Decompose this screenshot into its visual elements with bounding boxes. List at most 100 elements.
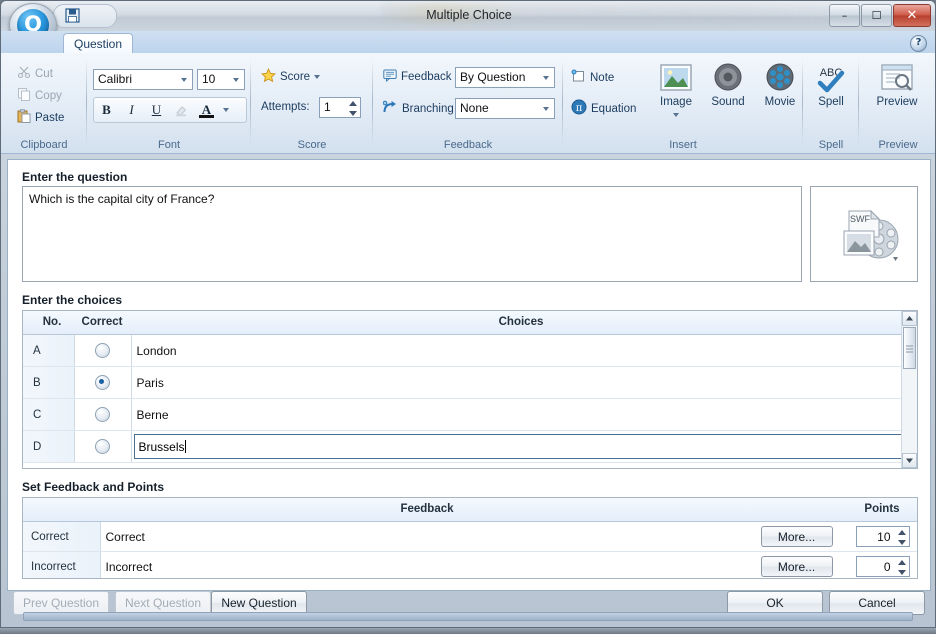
choice-text-input-d[interactable]: Brussels: [133, 434, 902, 459]
points-stepper-incorrect[interactable]: 0: [855, 556, 910, 577]
choice-radio-b[interactable]: [74, 366, 132, 399]
group-label-score: Score: [297, 139, 327, 151]
ribbon: Cut Copy Paste Clipboard Calibri 10 B I …: [1, 53, 935, 154]
ribbon-group-clipboard: Cut Copy Paste Clipboard: [1, 53, 87, 153]
choice-text-c[interactable]: Berne: [131, 398, 904, 431]
ribbon-group-insert: Note π Equation Image Sound Movie Insert: [563, 53, 803, 153]
stepper-up-icon: [897, 560, 906, 565]
choice-radio-d[interactable]: [74, 430, 132, 463]
points-stepper-correct[interactable]: 10: [855, 526, 910, 547]
table-row[interactable]: A London: [23, 334, 904, 367]
table-row[interactable]: C Berne: [23, 398, 904, 431]
choices-section-label: Enter the choices: [22, 293, 123, 307]
svg-text:SWF: SWF: [850, 214, 870, 224]
scissors-icon: [17, 65, 31, 82]
table-row[interactable]: Correct Correct More... 10: [23, 521, 917, 552]
score-button[interactable]: Score: [260, 67, 321, 86]
scroll-thumb[interactable]: [903, 327, 916, 369]
choice-text-d: Brussels: [138, 440, 185, 454]
radio-icon-selected[interactable]: [95, 375, 110, 391]
table-row[interactable]: B Paris: [23, 366, 904, 399]
choice-no-d: D: [23, 430, 75, 463]
table-row[interactable]: Incorrect Incorrect More... 0: [23, 551, 917, 578]
question-input[interactable]: Which is the capital city of France?: [22, 186, 802, 282]
scroll-up-button[interactable]: [902, 311, 917, 326]
attempts-stepper[interactable]: 1: [319, 97, 361, 118]
chevron-down-icon[interactable]: [673, 113, 679, 117]
choice-text-b[interactable]: Paris: [131, 366, 904, 399]
feedback-text-correct[interactable]: Correct: [100, 521, 747, 552]
feedback-combo[interactable]: By Question: [455, 67, 555, 88]
copy-button[interactable]: Copy: [17, 87, 62, 104]
equation-button[interactable]: π Equation: [571, 99, 636, 118]
branching-combo[interactable]: None: [455, 98, 555, 119]
spell-button[interactable]: ABC Spell: [806, 63, 856, 108]
image-button[interactable]: Image: [651, 63, 701, 120]
font-size-combo[interactable]: 10: [197, 69, 245, 90]
scroll-down-button[interactable]: [902, 453, 917, 468]
cut-label: Cut: [35, 67, 53, 80]
header-type: [23, 498, 100, 522]
group-label-spell: Spell: [818, 139, 844, 151]
stepper-up-icon: [349, 101, 357, 106]
paste-label: Paste: [35, 111, 65, 124]
preview-button[interactable]: Preview: [867, 63, 927, 108]
choice-radio-a[interactable]: [74, 334, 132, 367]
next-question-label: Next Question: [124, 596, 202, 610]
prev-question-label: Prev Question: [22, 596, 100, 610]
feedback-value: By Question: [460, 70, 526, 84]
choice-text-a[interactable]: London: [131, 334, 904, 367]
maximize-button[interactable]: ☐: [861, 4, 892, 27]
feedback-type-correct: Correct: [23, 521, 101, 552]
font-family-combo[interactable]: Calibri: [93, 69, 193, 90]
help-icon[interactable]: ?: [910, 35, 927, 52]
font-color-button[interactable]: A: [194, 99, 219, 121]
ok-label: OK: [766, 596, 784, 610]
stepper-up-icon: [897, 530, 906, 535]
bold-button[interactable]: B: [94, 99, 119, 121]
feedback-text-incorrect[interactable]: Incorrect: [100, 551, 747, 578]
group-label-insert: Insert: [669, 139, 697, 151]
header-more: [747, 498, 846, 522]
ribbon-group-score: Score Attempts: 1 Score: [251, 53, 373, 153]
choice-edit-cell-d[interactable]: Brussels: [131, 430, 904, 463]
font-color-dropdown[interactable]: [219, 99, 233, 121]
sound-button[interactable]: Sound: [703, 63, 753, 108]
choices-scrollbar[interactable]: [901, 311, 917, 468]
radio-icon[interactable]: [95, 343, 110, 359]
table-row[interactable]: D Brussels: [23, 430, 904, 463]
note-button[interactable]: Note: [571, 69, 614, 86]
header-choices: Choices: [131, 311, 904, 335]
radio-icon[interactable]: [95, 407, 110, 423]
ribbon-group-preview: Preview Preview: [859, 53, 936, 153]
maximize-icon: ☐: [871, 9, 882, 22]
minimize-button[interactable]: –: [829, 4, 860, 27]
star-icon: [260, 67, 277, 86]
radio-icon[interactable]: [95, 439, 110, 455]
window-title: Multiple Choice: [426, 8, 512, 22]
branching-label-item: Branching: [382, 100, 454, 117]
italic-button[interactable]: I: [119, 99, 144, 121]
copy-label: Copy: [35, 89, 62, 102]
close-button[interactable]: ✕: [893, 4, 931, 27]
choices-header-row: No. Correct Choices: [23, 311, 904, 335]
chevron-down-icon: [543, 76, 549, 80]
paste-icon: [17, 109, 31, 126]
choice-radio-c[interactable]: [74, 398, 132, 431]
movie-label: Movie: [764, 96, 796, 108]
copy-icon: [17, 87, 31, 104]
comment-icon: [383, 69, 397, 85]
more-button-correct[interactable]: More...: [760, 526, 833, 547]
movie-button[interactable]: Movie: [755, 63, 805, 108]
more-button-incorrect[interactable]: More...: [760, 556, 833, 577]
note-label: Note: [590, 71, 615, 84]
underline-button[interactable]: U: [144, 99, 169, 121]
feedback-section-label: Set Feedback and Points: [22, 480, 165, 494]
highlight-icon[interactable]: [169, 99, 194, 121]
paste-button[interactable]: Paste: [17, 109, 64, 126]
spell-check-icon: ABC: [811, 67, 851, 96]
save-icon[interactable]: [65, 8, 80, 23]
font-size-value: 10: [202, 72, 216, 86]
question-media-placeholder[interactable]: SWF: [810, 186, 918, 282]
cut-button[interactable]: Cut: [17, 65, 53, 82]
